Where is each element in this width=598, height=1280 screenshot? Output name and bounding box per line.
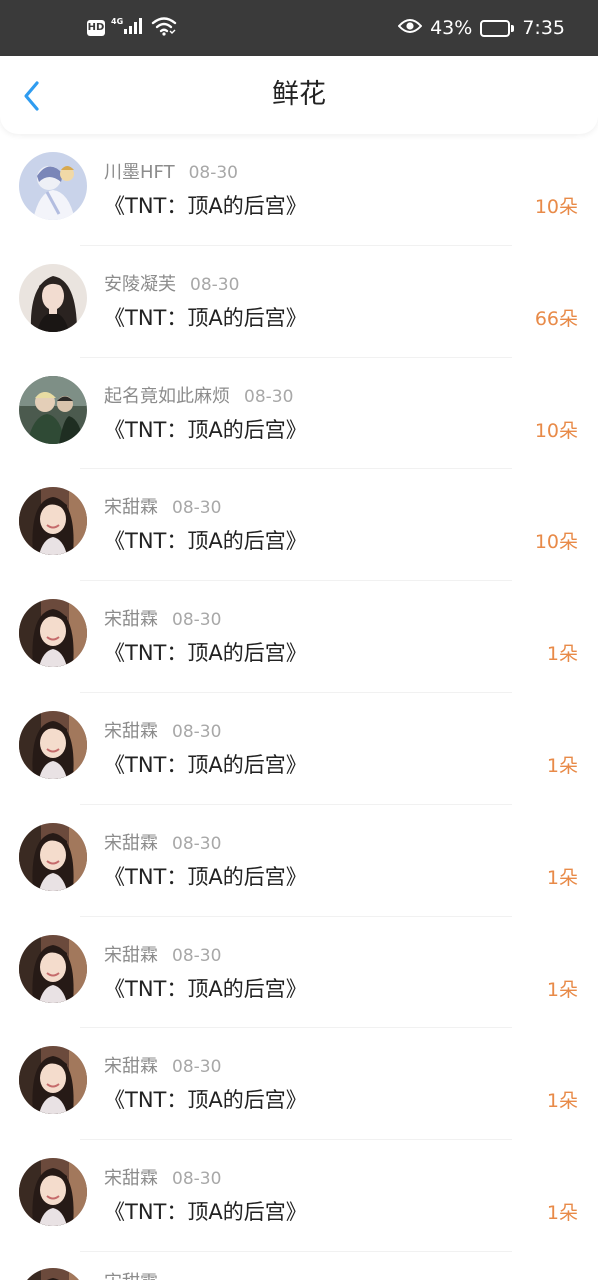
hd-badge: HD: [87, 20, 105, 36]
username[interactable]: 川墨HFT: [104, 162, 175, 183]
date: 08-30: [188, 163, 238, 183]
book-title[interactable]: 《TNT：顶A的后宫》: [104, 190, 307, 220]
date: 08-30: [244, 386, 294, 407]
username[interactable]: 宋甜霖: [104, 1168, 158, 1189]
user-line: 宋甜霖 08-30: [104, 605, 221, 631]
date: 08-30: [172, 1169, 222, 1190]
flower-count: 1朵: [546, 866, 578, 889]
divider: [80, 1250, 512, 1252]
book-title[interactable]: 《TNT：顶A的后宫》: [104, 861, 307, 891]
avatar[interactable]: [19, 822, 87, 891]
book-title[interactable]: 《TNT：顶A的后宫》: [104, 749, 307, 779]
list-item[interactable]: 川墨HFT 08-30 《TNT：顶A的后宫》 10朵: [0, 134, 598, 246]
avatar[interactable]: [19, 1268, 87, 1280]
username[interactable]: 宋甜霖: [104, 945, 158, 966]
status-right: 43% 7:35: [397, 0, 565, 56]
signal-icon: [123, 17, 145, 39]
avatar[interactable]: [19, 1046, 87, 1115]
flower-count: 10朵: [534, 419, 578, 442]
user-line: 宋甜霖 08-30: [104, 1052, 221, 1078]
avatar[interactable]: [19, 487, 87, 556]
battery-icon: [480, 19, 515, 37]
eye-icon: [397, 17, 423, 39]
avatar[interactable]: [19, 934, 87, 1003]
book-title[interactable]: 《TNT：顶A的后宫》: [104, 302, 307, 332]
list-item[interactable]: 宋甜霖 08-30 《TNT：顶A的后宫》 1朵: [0, 805, 598, 917]
date: 08-30: [172, 945, 222, 966]
battery-percent: 43%: [430, 17, 473, 39]
flower-count: 1朵: [546, 754, 578, 777]
user-line: 起名竟如此麻烦 08-30: [104, 382, 293, 408]
username[interactable]: 宋甜霖: [104, 497, 158, 518]
wifi-icon: [151, 16, 177, 40]
list-item[interactable]: 宋甜霖 08-30 《TNT：顶A的后宫》 1朵: [0, 917, 598, 1029]
status-left: HD 4G: [87, 0, 177, 56]
list-item[interactable]: 安陵凝芙 08-30 《TNT：顶A的后宫》 66朵: [0, 246, 598, 358]
username[interactable]: 起名竟如此麻烦: [104, 386, 230, 407]
avatar[interactable]: [19, 375, 87, 444]
user-line: 宋甜霖 08-30: [104, 493, 221, 519]
flower-count: 10朵: [534, 196, 578, 218]
date: 08-30: [172, 721, 222, 742]
user-line: 安陵凝芙 08-30: [104, 270, 239, 296]
book-title[interactable]: 《TNT：顶A的后宫》: [104, 637, 307, 667]
username[interactable]: 宋甜霖: [104, 1268, 158, 1280]
flower-count: 1朵: [546, 1202, 578, 1225]
date: 08-30: [172, 610, 222, 631]
user-line: 宋甜霖 08-30: [104, 829, 221, 855]
avatar[interactable]: [19, 710, 87, 779]
flower-count: 1朵: [546, 978, 578, 1001]
list-item[interactable]: 宋甜霖 08-30 《TNT：顶A的后宫》 1朵: [0, 1028, 598, 1141]
book-title[interactable]: 《TNT：顶A的后宫》: [104, 525, 307, 555]
list-item[interactable]: 宋甜霖 08-30 《TNT：顶A的后宫》 1朵: [0, 581, 598, 693]
date: 08-30: [190, 274, 240, 295]
username[interactable]: 安陵凝芙: [104, 274, 176, 295]
book-title[interactable]: 《TNT：顶A的后宫》: [104, 1196, 307, 1226]
page-title: 鲜花: [272, 79, 326, 110]
book-title[interactable]: 《TNT：顶A的后宫》: [104, 414, 307, 444]
user-line: 宋甜霖 08-30: [104, 941, 221, 967]
avatar[interactable]: [19, 599, 87, 668]
avatar[interactable]: [19, 1158, 87, 1227]
flower-count: 1朵: [546, 1090, 578, 1113]
book-title[interactable]: 《TNT：顶A的后宫》: [104, 973, 307, 1003]
clock: 7:35: [522, 17, 565, 39]
flower-count: 66朵: [534, 307, 578, 330]
list-item[interactable]: 起名竟如此麻烦 08-30 《TNT：顶A的后宫》 10朵: [0, 358, 598, 470]
avatar[interactable]: [19, 152, 87, 220]
user-line: 川墨HFT 08-30: [104, 158, 238, 184]
book-title[interactable]: 《TNT：顶A的后宫》: [104, 1084, 307, 1114]
list-item[interactable]: 宋甜霖 08-30 《TNT：顶A的后宫》 1朵: [0, 1140, 598, 1252]
user-line: 宋甜霖 08-30: [104, 717, 221, 743]
flower-count: 10朵: [534, 531, 578, 554]
flower-count: 1朵: [546, 643, 578, 666]
username[interactable]: 宋甜霖: [104, 609, 158, 630]
username[interactable]: 宋甜霖: [104, 1056, 158, 1077]
status-bar: HD 4G 43% 7:35: [0, 0, 598, 56]
date: 08-30: [172, 1057, 222, 1078]
flower-list: 川墨HFT 08-30 《TNT：顶A的后宫》 10朵 安陵凝芙 08-30 《TN…: [0, 134, 598, 1252]
list-item[interactable]: 宋甜霖 08-30 《TNT：顶A的后宫》 10朵: [0, 469, 598, 582]
date: 08-30: [172, 498, 222, 519]
nav-bar: 鲜花: [0, 56, 598, 134]
user-line: 宋甜霖 08-30: [104, 1164, 221, 1190]
username[interactable]: 宋甜霖: [104, 721, 158, 742]
username[interactable]: 宋甜霖: [104, 833, 158, 854]
network-type: 4G: [111, 16, 124, 26]
avatar[interactable]: [19, 263, 87, 332]
list-item[interactable]: 宋甜霖 08-30 《TNT：顶A的后宫》 1朵: [0, 693, 598, 805]
date: 08-30: [172, 833, 222, 854]
